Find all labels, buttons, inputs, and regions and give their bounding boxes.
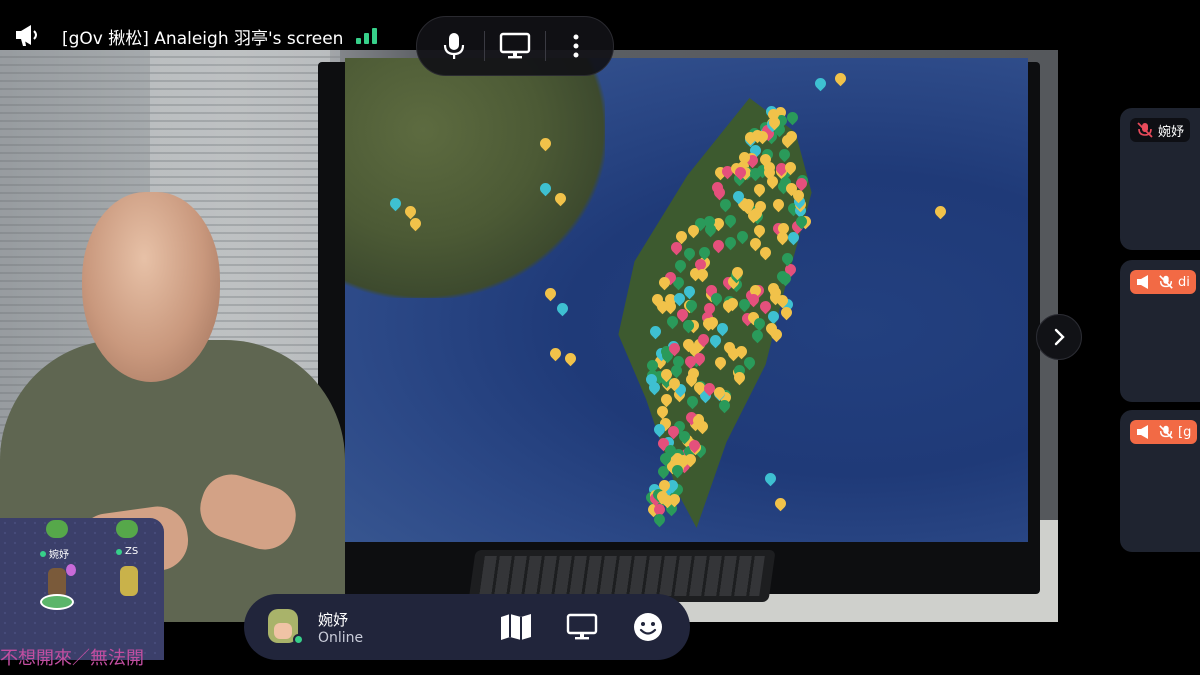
participant-card[interactable]: [g: [1120, 410, 1200, 552]
map-pin: [562, 350, 579, 367]
participant-label: 婉妤: [1130, 118, 1191, 142]
other-avatar-sprite: [120, 566, 138, 596]
more-options-button[interactable]: [553, 23, 599, 69]
participant-name: di: [1178, 274, 1190, 290]
online-dot: [40, 550, 46, 557]
bottom-actions: [494, 605, 670, 649]
screen-share-button[interactable]: [492, 23, 538, 69]
participant-label: di: [1130, 270, 1196, 294]
map-pin: [812, 75, 829, 92]
monitor-icon: [566, 613, 598, 640]
map-pin: [554, 300, 571, 317]
minimap-tree: [46, 520, 68, 538]
map-pin: [832, 70, 849, 87]
more-vertical-icon: [573, 34, 579, 58]
map-pin: [932, 203, 949, 220]
online-dot: [116, 548, 122, 555]
participant-label: [g: [1130, 420, 1198, 444]
connection-signal-icon: [356, 26, 382, 44]
player-position-ring: [40, 594, 74, 610]
participant-card[interactable]: di: [1120, 260, 1200, 402]
microphone-icon: [443, 33, 464, 59]
map-icon: [501, 614, 531, 640]
screen-title: [gOv 揪松] Analeigh 羽亭's screen: [62, 29, 344, 49]
avatar[interactable]: [264, 607, 304, 647]
participant-name: 婉妤: [1158, 124, 1185, 140]
megaphone-icon: [1137, 275, 1148, 289]
app-root: [gOv 揪松] Analeigh 羽亭's screen 婉妤 di [g 婉…: [0, 0, 1200, 675]
presenter-head: [82, 192, 220, 382]
microphone-button[interactable]: [431, 23, 477, 69]
participant-name: [g: [1178, 424, 1192, 440]
monitor-icon: [499, 32, 531, 59]
map-pin: [772, 495, 789, 512]
bottom-bar: 婉妤 Online: [244, 594, 690, 660]
map-pin: [762, 470, 779, 487]
media-controls: [416, 16, 614, 76]
taiwan-island: [618, 98, 812, 528]
mic-off-icon: [1159, 275, 1173, 289]
minimap-player-name: 婉妤: [40, 546, 69, 561]
map-button[interactable]: [494, 605, 538, 649]
mic-off-icon: [1159, 425, 1173, 439]
minimap-other-name: ZS: [116, 546, 138, 557]
controls-divider: [545, 31, 547, 61]
emoji-button[interactable]: [626, 605, 670, 649]
megaphone-icon: [14, 22, 42, 48]
online-status-dot: [293, 634, 304, 645]
controls-divider: [483, 31, 485, 61]
mainland-coast: [345, 58, 605, 298]
smiley-icon: [634, 613, 662, 641]
user-name: 婉妤: [318, 610, 349, 629]
minimap-tree: [116, 520, 138, 538]
caption-text: 不想開來／無法開: [0, 648, 144, 669]
screen-share-toggle-button[interactable]: [560, 605, 604, 649]
chevron-right-icon: [1054, 328, 1065, 346]
map-pin: [547, 345, 564, 362]
participant-card[interactable]: 婉妤: [1120, 108, 1200, 250]
megaphone-icon: [1137, 425, 1148, 439]
user-status: Online: [318, 629, 364, 646]
minimap[interactable]: 婉妤 ZS: [0, 518, 164, 660]
user-info[interactable]: 婉妤 Online: [318, 609, 363, 646]
satellite-map: [345, 58, 1028, 542]
mic-off-icon: [1137, 122, 1153, 138]
minimap-balloon: [66, 564, 76, 576]
next-page-button[interactable]: [1036, 314, 1082, 360]
